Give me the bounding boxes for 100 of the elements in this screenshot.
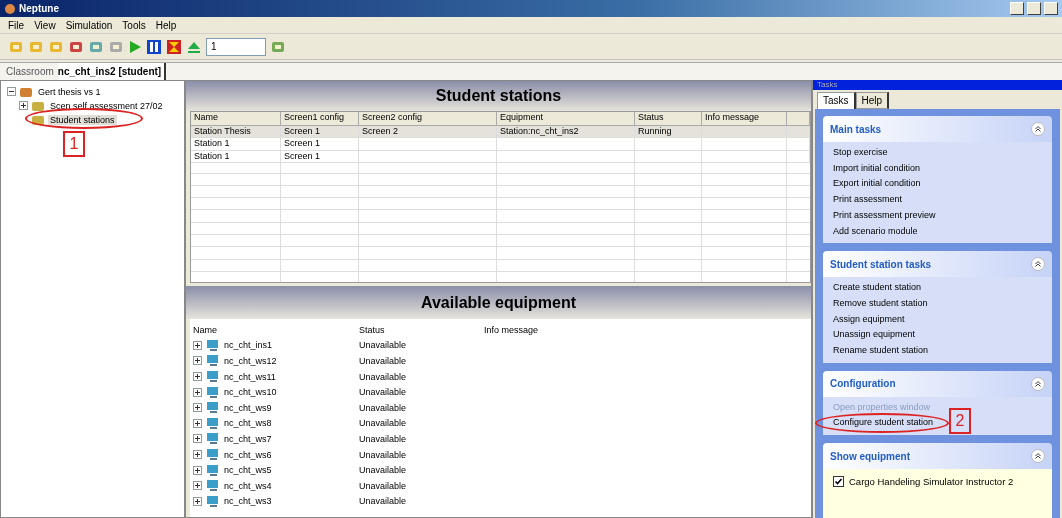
task-link[interactable]: Unassign equipment: [833, 327, 916, 344]
status-text: Unavailable: [359, 340, 408, 351]
task-link[interactable]: Export initial condition: [833, 176, 921, 193]
document-tab[interactable]: nc_cht_ins2 [student]: [57, 63, 167, 80]
table-row[interactable]: Station Thesis Screen 1 Screen 2 Station:nc_cht_ins2 Running: [191, 126, 810, 139]
tree-item[interactable]: Student stations: [48, 114, 117, 125]
pause-icon[interactable]: [146, 38, 162, 55]
status-text: Unavailable: [359, 387, 408, 398]
table-row[interactable]: Station 1 Screen 1: [191, 138, 810, 151]
status-text: Unavailable: [359, 418, 408, 429]
column-header[interactable]: Name: [191, 112, 281, 126]
status-text: Unavailable: [359, 402, 408, 413]
status-text: Unavailable: [359, 449, 408, 460]
column-header[interactable]: Info message: [702, 112, 787, 126]
expand-icon[interactable]: [193, 496, 202, 506]
expand-icon[interactable]: [193, 450, 202, 460]
app-icon: [4, 2, 16, 15]
task-link[interactable]: Rename student station: [833, 343, 929, 359]
window-title: Neptune: [19, 3, 60, 14]
status-text: Unavailable: [359, 480, 408, 491]
tab[interactable]: Help: [855, 92, 890, 109]
equipment-name[interactable]: nc_cht_ws4: [224, 480, 272, 491]
expand-icon[interactable]: [193, 387, 202, 397]
column-header[interactable]: Screen1 config: [281, 112, 359, 126]
group-title: Student station tasks: [830, 258, 932, 270]
status-text: Unavailable: [359, 465, 408, 476]
section-title: Student stations: [435, 87, 562, 105]
computer-icon: [206, 338, 220, 352]
column-header[interactable]: Screen2 config: [359, 112, 497, 126]
computer-icon: [206, 432, 220, 446]
expand-icon[interactable]: [193, 340, 202, 350]
equipment-name[interactable]: nc_cht_ws11: [224, 371, 276, 382]
status-text: Unavailable: [359, 371, 408, 382]
task-link[interactable]: Remove student station: [833, 295, 928, 312]
document-label: Classroom: [5, 66, 55, 77]
column-header: Status: [359, 324, 386, 335]
group-title: Configuration: [830, 378, 896, 390]
column-header: Info message: [484, 324, 540, 335]
column-header: Name: [193, 324, 218, 335]
collapse-icon[interactable]: [7, 87, 16, 96]
section-title: Available equipment: [421, 293, 576, 312]
annotation-number: 1: [63, 131, 85, 157]
computer-icon: [206, 494, 220, 508]
column-header[interactable]: Equipment: [497, 112, 635, 126]
menu-item[interactable]: File: [8, 19, 25, 31]
computer-icon: [206, 401, 220, 415]
equipment-name[interactable]: nc_cht_ws9: [224, 402, 272, 413]
tree-item[interactable]: Gert thesis vs 1: [36, 86, 103, 97]
equipment-name[interactable]: nc_cht_ws8: [224, 418, 272, 429]
computer-icon: [206, 370, 220, 384]
expand-icon[interactable]: [19, 101, 28, 110]
table-cell: Station 1: [191, 150, 281, 163]
task-link[interactable]: Create student station: [833, 280, 922, 296]
tab[interactable]: Tasks: [817, 92, 856, 109]
speed-dropdown[interactable]: 1: [206, 37, 266, 56]
equipment-name[interactable]: nc_cht_ws7: [224, 433, 272, 444]
expand-icon[interactable]: [193, 356, 202, 366]
computer-icon: [206, 479, 220, 493]
column-header[interactable]: Status: [635, 112, 702, 126]
pane-title: Tasks: [813, 80, 1062, 90]
group-title: Show equipment: [830, 450, 910, 462]
computer-icon: [206, 385, 220, 399]
computer-icon: [206, 463, 220, 477]
task-link[interactable]: Print assessment: [833, 192, 903, 208]
table-cell: Station 1: [191, 138, 281, 151]
menu-item[interactable]: View: [34, 19, 56, 31]
computer-icon: [206, 448, 220, 462]
status-text: Unavailable: [359, 496, 408, 507]
equipment-name[interactable]: nc_cht_ins1: [224, 340, 273, 351]
menu-item[interactable]: Tools: [122, 19, 146, 31]
menu-item[interactable]: Simulation: [65, 19, 113, 31]
equipment-name[interactable]: nc_cht_ws5: [224, 465, 272, 476]
expand-icon[interactable]: [193, 465, 202, 475]
task-link[interactable]: Print assessment preview: [833, 207, 936, 224]
task-link[interactable]: Assign equipment: [833, 311, 905, 328]
task-link[interactable]: Add scenario module: [833, 223, 918, 240]
computer-icon: [206, 354, 220, 368]
equipment-name[interactable]: nc_cht_ws10: [224, 387, 277, 398]
checkbox[interactable]: [833, 476, 844, 488]
task-link[interactable]: Configure student station: [833, 415, 934, 432]
expand-icon[interactable]: [193, 434, 202, 444]
expand-icon[interactable]: [193, 403, 202, 413]
task-link[interactable]: Import initial condition: [833, 160, 921, 177]
annotation-number: 2: [949, 408, 971, 434]
computer-icon: [206, 416, 220, 430]
status-text: Unavailable: [359, 433, 408, 444]
hourglass-icon[interactable]: [166, 38, 182, 55]
expand-icon[interactable]: [193, 418, 202, 428]
task-link[interactable]: Stop exercise: [833, 145, 888, 161]
menu-item[interactable]: Help: [155, 19, 177, 31]
table-cell: Screen 1: [281, 150, 359, 163]
group-title: Main tasks: [830, 123, 882, 135]
equipment-name[interactable]: nc_cht_ws12: [224, 356, 277, 366]
table-cell: Screen 1: [281, 138, 359, 151]
expand-icon[interactable]: [193, 481, 202, 491]
status-text: Unavailable: [359, 356, 408, 366]
equipment-name[interactable]: nc_cht_ws3: [224, 496, 272, 507]
checkbox-label: Cargo Handeling Simulator Instructor 2: [849, 476, 1014, 488]
expand-icon[interactable]: [193, 372, 202, 382]
equipment-name[interactable]: nc_cht_ws6: [224, 449, 272, 460]
